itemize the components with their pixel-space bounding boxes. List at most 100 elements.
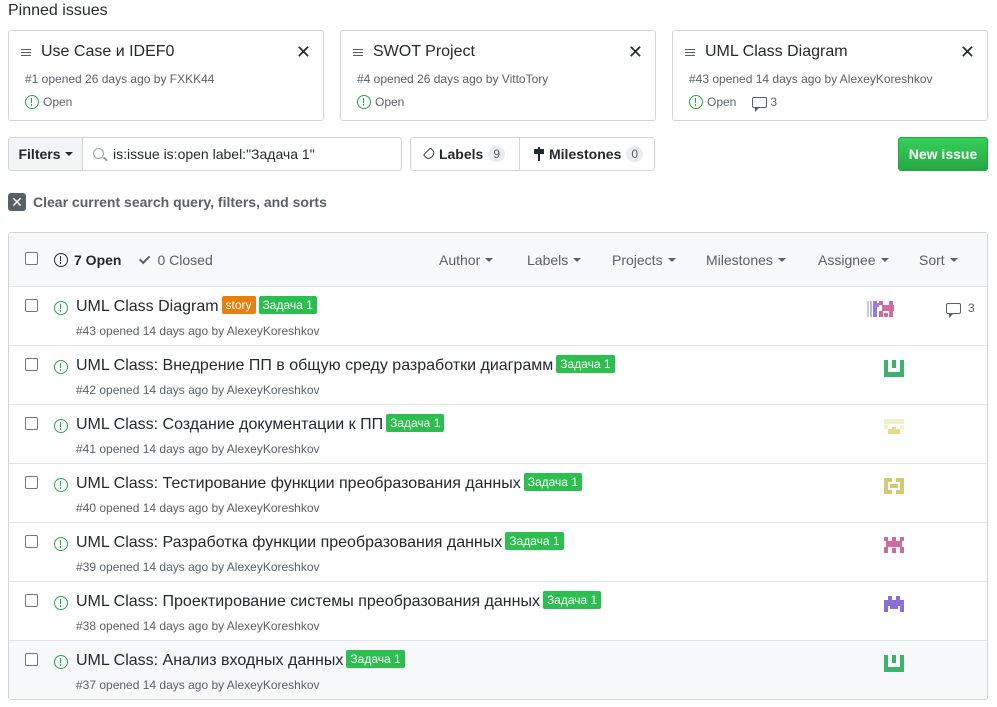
state-label: Open	[707, 95, 737, 109]
unpin-close-icon[interactable]: ✕	[960, 43, 975, 61]
assignee-avatar[interactable]	[884, 358, 904, 378]
grabber-icon[interactable]	[353, 49, 363, 59]
clear-filters-link[interactable]: ✕ Clear current search query, filters, a…	[8, 193, 327, 211]
assignee-avatar[interactable]	[884, 594, 904, 614]
caret-down-icon	[667, 258, 676, 262]
pinned-card-title[interactable]: Use Case и IDEF0	[41, 43, 174, 61]
assignee-avatar[interactable]	[884, 476, 904, 496]
issue-checkbox[interactable]	[25, 299, 38, 312]
state-tabs: 7 Open 0 Closed	[54, 252, 213, 268]
issue-row[interactable]: UML Class: Создание документации к ПП За…	[9, 405, 987, 464]
issue-meta: #37 opened 14 days ago by AlexeyKoreshko…	[76, 678, 320, 692]
caret-down-icon	[880, 258, 889, 262]
issue-checkbox[interactable]	[25, 476, 38, 489]
closed-issues-tab[interactable]: 0 Closed	[139, 252, 213, 268]
labels-counter: 9	[488, 146, 505, 162]
unpin-close-icon[interactable]: ✕	[628, 43, 643, 61]
issue-meta: #41 opened 14 days ago by AlexeyKoreshko…	[76, 442, 320, 456]
comment-icon	[752, 96, 768, 112]
issue-title-link[interactable]: UML Class Diagram	[76, 298, 219, 316]
labels-milestones-nav: Labels 9 Milestones 0	[410, 137, 655, 171]
pinned-card-state: Open	[357, 95, 404, 109]
filters-dropdown-button[interactable]: Filters	[8, 137, 83, 171]
label-task-1[interactable]: Задача 1	[505, 532, 564, 550]
issue-title-link[interactable]: UML Class: Разработка функции преобразов…	[76, 534, 502, 552]
sort-dropdown[interactable]: Sort	[919, 252, 958, 268]
issue-row[interactable]: UML Class: Проектирование системы преобр…	[9, 582, 987, 641]
pinned-card[interactable]: Use Case и IDEF0 ✕ #1 opened 26 days ago…	[8, 30, 324, 121]
assignee-avatar[interactable]	[884, 535, 904, 555]
label-task-1[interactable]: Задача 1	[386, 414, 445, 432]
issue-row[interactable]: UML Class: Внедрение ПП в общую среду ра…	[9, 346, 987, 405]
caret-down-icon	[573, 258, 582, 262]
assignee-filter-dropdown[interactable]: Assignee	[818, 252, 889, 268]
milestones-counter: 0	[626, 146, 644, 162]
author-filter-dropdown[interactable]: Author	[439, 252, 494, 268]
open-count-label: 7 Open	[74, 252, 122, 268]
issue-comment-count[interactable]: 3	[946, 301, 975, 318]
labels-filter-label: Labels	[527, 252, 569, 268]
issue-search-box[interactable]	[82, 137, 402, 171]
pinned-card-meta: #43 opened 14 days ago by AlexeyKoreshko…	[689, 72, 933, 86]
projects-filter-dropdown[interactable]: Projects	[612, 252, 676, 268]
issue-opened-icon	[54, 360, 68, 374]
milestones-link[interactable]: Milestones 0	[519, 138, 657, 170]
issue-checkbox[interactable]	[25, 535, 38, 548]
label-story[interactable]: story	[221, 296, 256, 314]
label-task-1[interactable]: Задача 1	[556, 355, 615, 373]
issue-title-link[interactable]: UML Class: Создание документации к ПП	[76, 416, 383, 434]
issue-meta: #40 opened 14 days ago by AlexeyKoreshko…	[76, 501, 320, 515]
issue-checkbox[interactable]	[25, 594, 38, 607]
label-task-1[interactable]: Задача 1	[346, 650, 405, 668]
issue-checkbox[interactable]	[25, 358, 38, 371]
grabber-icon[interactable]	[685, 49, 695, 59]
issue-title-link[interactable]: UML Class: Проектирование системы преобр…	[76, 593, 540, 611]
assignee-avatar[interactable]	[884, 417, 904, 437]
issue-opened-icon	[54, 596, 68, 610]
assignee-avatar[interactable]	[884, 653, 904, 673]
label-task-1[interactable]: Задача 1	[258, 296, 317, 314]
labels-filter-dropdown[interactable]: Labels	[527, 252, 582, 268]
new-issue-button[interactable]: New issue	[898, 137, 988, 171]
caret-down-icon	[949, 258, 958, 262]
issue-opened-icon	[54, 655, 68, 669]
search-icon	[93, 148, 104, 159]
issue-search-input[interactable]	[113, 144, 393, 164]
projects-filter-label: Projects	[612, 252, 663, 268]
label-task-1[interactable]: Задача 1	[523, 473, 582, 491]
labels-label: Labels	[438, 146, 484, 162]
pinned-card-title[interactable]: UML Class Diagram	[705, 43, 848, 61]
state-label: Open	[43, 95, 73, 109]
check-icon	[139, 252, 151, 265]
pinned-card-title[interactable]: SWOT Project	[373, 43, 475, 61]
label-task-1[interactable]: Задача 1	[542, 591, 602, 609]
select-all-checkbox[interactable]	[25, 252, 38, 265]
issue-row[interactable]: UML Class: Анализ входных данных Задача …	[9, 641, 987, 699]
pinned-card[interactable]: SWOT Project ✕ #4 opened 26 days ago by …	[340, 30, 656, 121]
milestones-filter-dropdown[interactable]: Milestones	[706, 252, 786, 268]
issue-row[interactable]: UML Class: Разработка функции преобразов…	[9, 523, 987, 582]
issue-title-link[interactable]: UML Class: Анализ входных данных	[76, 652, 343, 670]
issue-row[interactable]: UML Class Diagram story Задача 1 #43 ope…	[9, 287, 987, 346]
issue-checkbox[interactable]	[25, 417, 38, 430]
unpin-close-icon[interactable]: ✕	[296, 43, 311, 61]
caret-down-icon	[64, 152, 73, 156]
issue-title-link[interactable]: UML Class: Внедрение ПП в общую среду ра…	[76, 357, 553, 375]
caret-down-icon	[485, 258, 494, 262]
comment-count[interactable]: 3	[752, 95, 777, 112]
issue-meta: #39 opened 14 days ago by AlexeyKoreshko…	[76, 560, 320, 574]
assignee-avatars[interactable]	[867, 299, 905, 319]
milestones-filter-label: Milestones	[706, 252, 773, 268]
issue-row[interactable]: UML Class: Тестирование функции преобраз…	[9, 464, 987, 523]
issue-opened-icon	[25, 95, 39, 109]
open-issues-tab[interactable]: 7 Open	[54, 252, 121, 268]
pinned-card[interactable]: UML Class Diagram ✕ #43 opened 14 days a…	[672, 30, 988, 121]
issue-opened-icon	[689, 95, 703, 109]
labels-link[interactable]: Labels 9	[411, 138, 519, 170]
issue-title-link[interactable]: UML Class: Тестирование функции преобраз…	[76, 475, 521, 493]
grabber-icon[interactable]	[21, 49, 31, 59]
pinned-card-meta: #4 opened 26 days ago by VittoTory	[357, 72, 549, 86]
issue-checkbox[interactable]	[25, 653, 38, 666]
pinned-card-state: Open	[25, 95, 72, 109]
tag-icon	[422, 147, 437, 161]
